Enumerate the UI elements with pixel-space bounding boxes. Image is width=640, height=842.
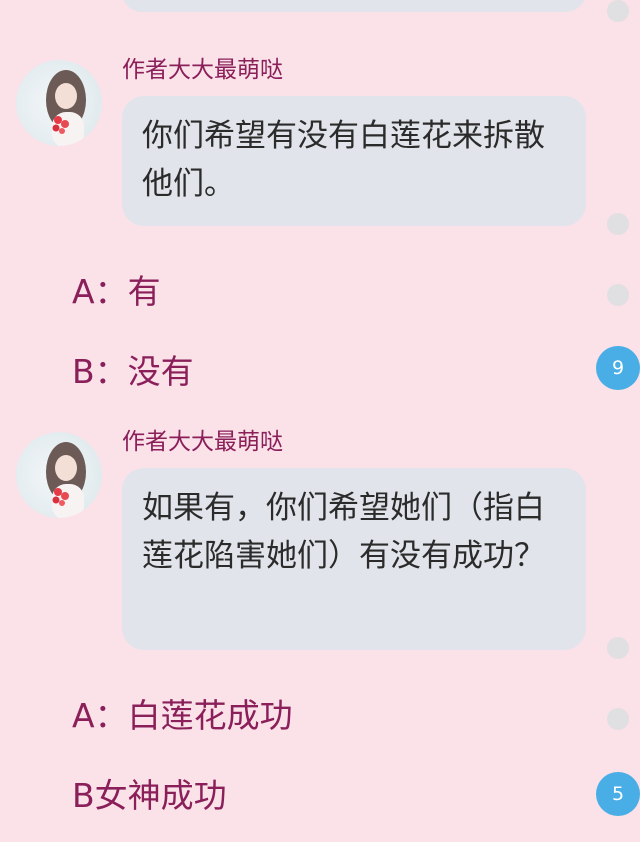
message-author: 作者大大最萌哒 bbox=[122, 429, 283, 455]
count-badge[interactable]: 5 bbox=[596, 772, 640, 816]
previous-message-bubble bbox=[122, 0, 586, 12]
message-bubble: 如果有，你们希望她们（指白莲花陷害她们）有没有成功？ bbox=[122, 468, 586, 650]
avatar[interactable] bbox=[16, 60, 102, 146]
avatar[interactable] bbox=[16, 432, 102, 518]
scroll-indicator-dot bbox=[607, 0, 629, 22]
message-text: 你们希望有没有白莲花来拆散他们。 bbox=[142, 118, 545, 202]
scroll-indicator-dot bbox=[607, 213, 629, 235]
option-b[interactable]: B女神成功 bbox=[72, 776, 227, 816]
avatar-photo-icon bbox=[46, 442, 86, 518]
option-b[interactable]: B：没有 bbox=[72, 352, 194, 392]
option-a[interactable]: A：有 bbox=[72, 272, 161, 312]
scroll-indicator-dot bbox=[607, 708, 629, 730]
message-text: 如果有，你们希望她们（指白莲花陷害她们）有没有成功？ bbox=[142, 490, 545, 574]
scroll-indicator-dot bbox=[607, 637, 629, 659]
avatar-photo-icon bbox=[46, 70, 86, 146]
option-a[interactable]: A：白莲花成功 bbox=[72, 696, 293, 736]
message-author: 作者大大最萌哒 bbox=[122, 57, 283, 83]
scroll-indicator-dot bbox=[607, 284, 629, 306]
message-bubble: 你们希望有没有白莲花来拆散他们。 bbox=[122, 96, 586, 226]
count-badge[interactable]: 9 bbox=[596, 346, 640, 390]
